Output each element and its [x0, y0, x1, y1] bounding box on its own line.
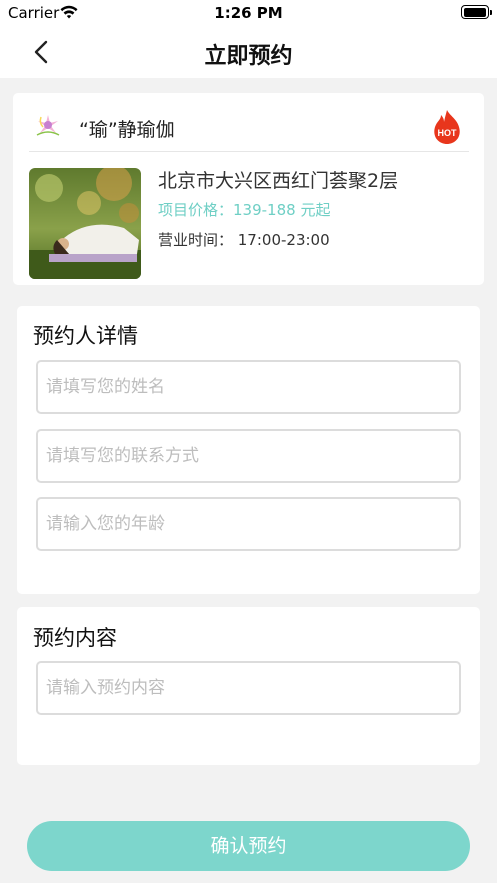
hot-badge-label: HOT: [438, 128, 458, 138]
booking-content-title: 预约内容: [33, 626, 117, 650]
content-field-wrapper: [36, 661, 461, 715]
yoga-logo-icon: [31, 111, 65, 141]
page-title: 立即预约: [204, 44, 293, 69]
booking-content-card: 预约内容: [17, 607, 480, 765]
price-label: 项目价格：139-188 元起: [158, 201, 331, 219]
battery-icon: [461, 5, 492, 19]
booker-details-title: 预约人详情: [33, 324, 138, 348]
venue-photo: [29, 168, 141, 279]
hot-fire-icon: HOT: [430, 109, 464, 145]
contact-input[interactable]: [38, 431, 459, 481]
booking-content-input[interactable]: [38, 663, 459, 713]
status-bar: Carrier 1:26 PM: [0, 0, 497, 26]
name-input[interactable]: [38, 362, 459, 412]
booker-details-card: 预约人详情: [17, 306, 480, 594]
age-field-wrapper: [36, 497, 461, 551]
status-time: 1:26 PM: [214, 4, 283, 22]
venue-name: “瑜”静瑜伽: [79, 119, 175, 141]
business-hours-label: 营业时间： 17:00-23:00: [158, 231, 330, 249]
divider: [29, 151, 469, 152]
confirm-booking-button[interactable]: 确认预约: [27, 821, 470, 871]
venue-address: 北京市大兴区西红门荟聚2层: [158, 170, 399, 192]
navigation-bar: 立即预约: [0, 26, 497, 78]
name-field-wrapper: [36, 360, 461, 414]
venue-card[interactable]: “瑜”静瑜伽 HOT 北京市大兴区西红门荟聚2层 项目价格：139-188 元起…: [13, 93, 484, 285]
age-input[interactable]: [38, 499, 459, 549]
contact-field-wrapper: [36, 429, 461, 483]
